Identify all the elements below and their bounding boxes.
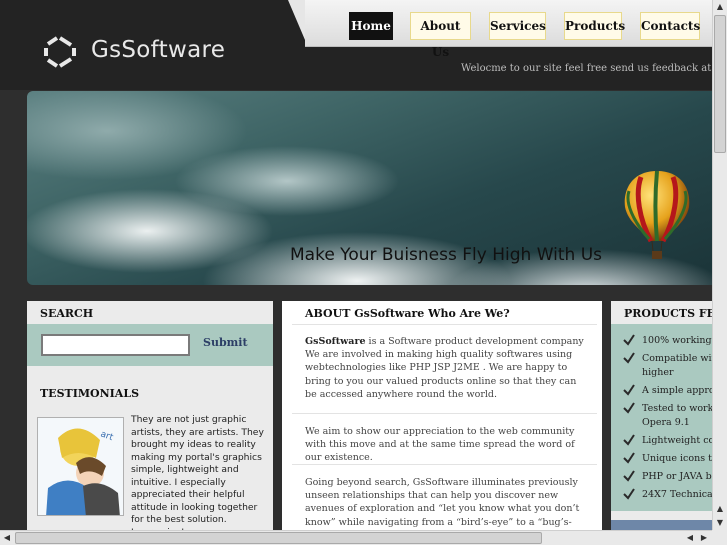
search-heading: SEARCH [40, 307, 94, 320]
feature-label: Lightweight cod [642, 435, 712, 446]
nav-home[interactable]: Home [349, 12, 393, 40]
products-feature-list: 100% working a Compatible with higher A … [611, 324, 712, 511]
vertical-scrollbar[interactable]: ▲ ▲ ▼ [712, 0, 727, 530]
horizontal-scrollbar[interactable]: ◀ ◀ ▶ [0, 530, 712, 545]
check-icon [623, 334, 635, 346]
scroll-right-arrow-icon[interactable]: ▶ [697, 531, 711, 545]
check-icon [623, 470, 635, 482]
horizontal-scroll-thumb[interactable] [15, 532, 542, 544]
hot-air-balloon-icon [624, 170, 690, 259]
about-section: ABOUT GsSoftware Who Are We? GsSoftware … [282, 301, 602, 530]
scrollbar-corner [712, 530, 727, 545]
banner-tagline: Make Your Buisness Fly High With Us [290, 245, 602, 265]
divider [292, 413, 597, 414]
feature-label: 100% working a [642, 335, 712, 346]
feature-label: Unique icons tha [642, 453, 712, 464]
vertical-scroll-thumb[interactable] [714, 15, 726, 153]
products-footer-bar [611, 520, 712, 530]
nav-products[interactable]: Products [564, 12, 625, 40]
site-header: Home About Us Services Products Contacts… [0, 0, 712, 90]
divider [292, 324, 597, 325]
browser-viewport: Home About Us Services Products Contacts… [0, 0, 712, 530]
submit-button[interactable]: Submit [203, 336, 248, 349]
feature-label: Compatible with higher [642, 353, 712, 378]
hero-banner: Make Your Buisness Fly High With Us [27, 91, 712, 285]
check-icon [623, 352, 635, 364]
testimonial-text: They are not just graphic artists, they … [131, 414, 264, 530]
check-icon [623, 452, 635, 464]
feature-label: 24X7 Technical [642, 489, 712, 500]
testimonial-image: art [37, 417, 124, 516]
scroll-up-arrow-icon[interactable]: ▲ [713, 502, 727, 516]
check-icon [623, 384, 635, 396]
scroll-up-arrow-icon[interactable]: ▲ [713, 0, 727, 14]
about-heading: ABOUT GsSoftware Who Are We? [305, 307, 510, 320]
welcome-message: Welocme to our site feel free send us fe… [461, 63, 712, 74]
nav-about-us[interactable]: About Us [410, 12, 471, 59]
check-icon [623, 402, 635, 414]
feature-label: A simple approa [642, 385, 712, 396]
about-paragraph-2: We aim to show our appreciation to the w… [305, 426, 575, 464]
nav-contacts[interactable]: Contacts [640, 12, 700, 40]
search-box: Submit [27, 324, 273, 366]
check-icon [623, 434, 635, 446]
feature-label: Tested to work f Opera 9.1 [642, 403, 712, 428]
scroll-left-arrow-icon[interactable]: ◀ [0, 531, 14, 545]
logo-text[interactable]: GsSoftware [91, 37, 225, 63]
products-section: PRODUCTS FEAT 100% working a Compatible … [611, 301, 712, 530]
about-paragraph-3: Going beyond search, GsSoftware illumina… [305, 477, 580, 530]
check-icon [623, 488, 635, 500]
products-heading: PRODUCTS FEAT [624, 307, 712, 320]
main-nav: Home About Us Services Products Contacts [305, 0, 712, 59]
scroll-left-arrow-icon[interactable]: ◀ [683, 531, 697, 545]
scroll-down-arrow-icon[interactable]: ▼ [713, 516, 727, 530]
about-paragraph-1: GsSoftware is a Software product develop… [305, 335, 585, 401]
feature-label: PHP or JAVA ba [642, 471, 712, 482]
divider [292, 464, 597, 465]
about-company-name: GsSoftware [305, 336, 366, 347]
nav-services[interactable]: Services [489, 12, 546, 40]
testimonials-heading: TESTIMONIALS [40, 387, 140, 400]
search-input[interactable] [41, 334, 190, 356]
logo-icon[interactable] [42, 34, 78, 70]
left-sidebar: SEARCH Submit TESTIMONIALS art They are … [27, 301, 273, 530]
